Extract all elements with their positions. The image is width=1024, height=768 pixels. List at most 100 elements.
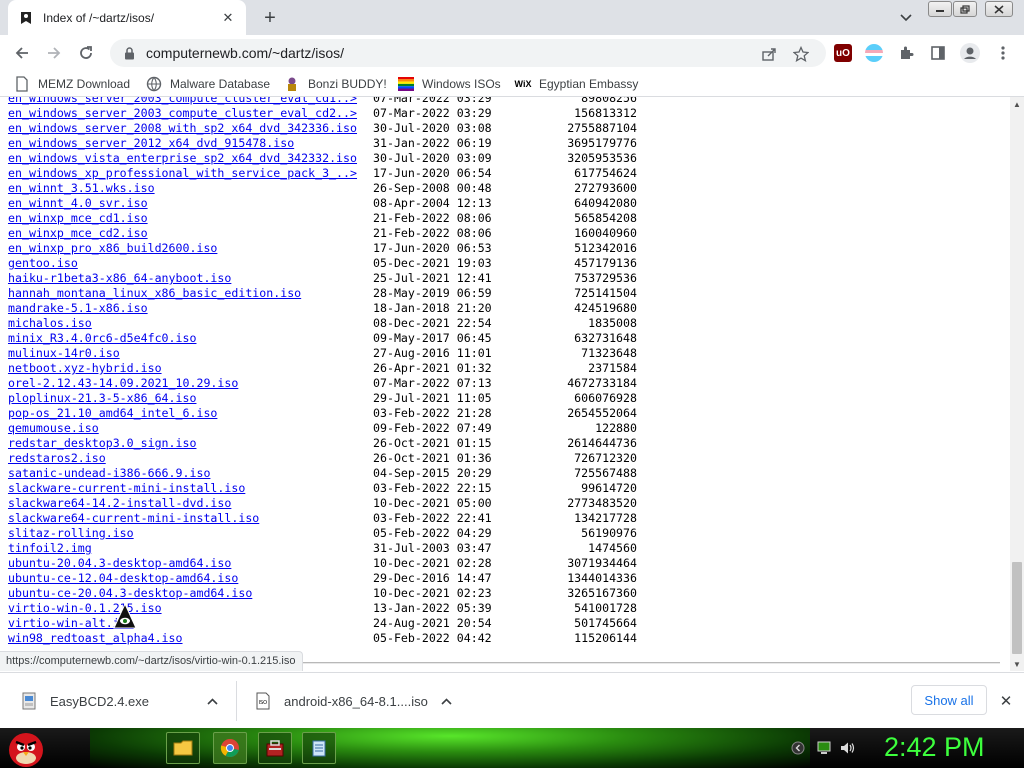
minimize-window-button[interactable]: [928, 1, 952, 17]
file-link[interactable]: redstar_desktop3.0_sign.iso: [8, 436, 196, 451]
svg-text:ISO: ISO: [259, 700, 268, 706]
status-url-bubble: https://computernewb.com/~dartz/isos/vir…: [0, 651, 303, 671]
file-link[interactable]: hannah_montana_linux_x86_basic_edition.i…: [8, 286, 301, 301]
side-panel-icon[interactable]: [929, 44, 947, 62]
extensions-puzzle-icon[interactable]: [897, 44, 915, 62]
taskbar-folder-icon[interactable]: [166, 732, 200, 764]
file-date: 04-Sep-2015 20:29: [373, 466, 492, 480]
file-link[interactable]: mandrake-5.1-x86.iso: [8, 301, 148, 316]
vertical-scrollbar[interactable]: ▲ ▼: [1010, 97, 1024, 671]
file-date: 10-Dec-2021 02:28: [373, 556, 492, 570]
taskbar-chrome-icon[interactable]: [213, 732, 247, 764]
file-link[interactable]: orel-2.12.43-14.09.2021_10.29.iso: [8, 376, 238, 391]
close-downloads-icon[interactable]: ✕: [996, 691, 1016, 711]
file-link[interactable]: en_windows_xp_professional_with_service_…: [8, 166, 357, 181]
file-link[interactable]: win98_redtoast_alpha4.iso: [8, 631, 183, 646]
bookmark-windows-isos[interactable]: Windows ISOs: [398, 75, 501, 93]
browser-tab[interactable]: Index of /~dartz/isos/ ✕: [8, 0, 246, 35]
file-link[interactable]: minix_R3.4.0rc6-d5e4fc0.iso: [8, 331, 196, 346]
tab-search-chevron-icon[interactable]: [896, 8, 916, 28]
show-all-button[interactable]: Show all: [911, 685, 987, 715]
reload-button[interactable]: [74, 41, 98, 65]
bookmark-egyptian-embassy[interactable]: WiX Egyptian Embassy: [515, 75, 639, 93]
file-date: 13-Jan-2022 05:39: [373, 601, 492, 615]
file-link[interactable]: en_winnt_4.0_svr.iso: [8, 196, 148, 211]
file-link[interactable]: virtio-win-0.1.215.iso: [8, 601, 162, 616]
file-link[interactable]: redstaros2.iso: [8, 451, 106, 466]
file-size: 2654552064: [567, 406, 637, 420]
scroll-down-arrow-icon[interactable]: ▼: [1010, 657, 1024, 671]
file-link[interactable]: en_windows_vista_enterprise_sp2_x64_dvd_…: [8, 151, 357, 166]
file-link[interactable]: michalos.iso: [8, 316, 92, 331]
taskbar-clock[interactable]: 2:42 PM: [884, 732, 985, 763]
file-date: 03-Feb-2022 21:28: [373, 406, 492, 420]
profile-avatar-icon[interactable]: [960, 43, 980, 63]
close-window-button[interactable]: [985, 1, 1013, 17]
file-link[interactable]: gentoo.iso: [8, 256, 78, 271]
download-item-easybcd[interactable]: EasyBCD2.4.exe: [20, 673, 232, 729]
file-link[interactable]: ploplinux-21.3-5-x86_64.iso: [8, 391, 196, 406]
file-size: 122880: [595, 421, 637, 435]
file-date: 31-Jan-2022 06:19: [373, 136, 492, 150]
tray-chevron-icon[interactable]: [790, 740, 806, 756]
file-link[interactable]: en_winxp_mce_cd1.iso: [8, 211, 148, 226]
file-link[interactable]: en_windows_server_2003_compute_cluster_e…: [8, 106, 357, 121]
file-date: 30-Jul-2020 03:09: [373, 151, 492, 165]
file-link[interactable]: ubuntu-ce-20.04.3-desktop-amd64.iso: [8, 586, 252, 601]
file-size: 160040960: [574, 226, 637, 240]
file-link[interactable]: slackware64-14.2-install-dvd.iso: [8, 496, 231, 511]
address-bar[interactable]: computernewb.com/~dartz/isos/: [110, 39, 826, 67]
scrollbar-thumb[interactable]: [1012, 562, 1022, 654]
file-link[interactable]: en_windows_server_2003_compute_cluster_e…: [8, 97, 357, 106]
taskbar-notepad-icon[interactable]: [302, 732, 336, 764]
file-link[interactable]: slackware-current-mini-install.iso: [8, 481, 245, 496]
bookmark-star-icon[interactable]: [792, 45, 810, 63]
file-link[interactable]: en_winxp_pro_x86_build2600.iso: [8, 241, 217, 256]
tray-network-icon[interactable]: [816, 740, 832, 756]
file-link[interactable]: en_winnt_3.51.wks.iso: [8, 181, 155, 196]
file-link[interactable]: slitaz-rolling.iso: [8, 526, 134, 541]
taskbar-toolbox-icon[interactable]: [258, 732, 292, 764]
start-angry-bird-icon[interactable]: [4, 728, 48, 768]
file-date: 21-Feb-2022 08:06: [373, 226, 492, 240]
forward-button[interactable]: [42, 41, 66, 65]
file-size: 753729536: [574, 271, 637, 285]
file-link[interactable]: en_windows_server_2008_with_sp2_x64_dvd_…: [8, 121, 357, 136]
url-text[interactable]: computernewb.com/~dartz/isos/: [146, 45, 344, 61]
new-tab-button[interactable]: +: [258, 6, 282, 30]
file-link[interactable]: en_winxp_mce_cd2.iso: [8, 226, 148, 241]
file-link[interactable]: slackware64-current-mini-install.iso: [8, 511, 259, 526]
file-date: 26-Oct-2021 01:36: [373, 451, 492, 465]
share-icon[interactable]: [760, 45, 778, 63]
file-date: 26-Oct-2021 01:15: [373, 436, 492, 450]
tab-close-icon[interactable]: ✕: [220, 10, 236, 26]
file-link[interactable]: haiku-r1beta3-x86_64-anyboot.iso: [8, 271, 231, 286]
bookmark-malware-database[interactable]: Malware Database: [146, 75, 270, 93]
flag-extension-icon[interactable]: [865, 44, 883, 62]
chevron-up-icon[interactable]: [438, 693, 454, 709]
download-item-android-x86[interactable]: ISO android-x86_64-8.1....iso: [254, 673, 466, 729]
chevron-up-icon[interactable]: [204, 693, 220, 709]
restore-window-button[interactable]: [953, 1, 977, 17]
bookmark-label: Egyptian Embassy: [539, 77, 639, 91]
bookmark-bonzi-buddy[interactable]: Bonzi BUDDY!: [284, 75, 387, 93]
tray-volume-icon[interactable]: [840, 740, 856, 756]
file-link[interactable]: mulinux-14r0.iso: [8, 346, 120, 361]
scroll-up-arrow-icon[interactable]: ▲: [1010, 97, 1024, 111]
file-link[interactable]: satanic-undead-i386-666.9.iso: [8, 466, 210, 481]
file-link[interactable]: netboot.xyz-hybrid.iso: [8, 361, 162, 376]
back-button[interactable]: [10, 41, 34, 65]
file-link[interactable]: en_windows_server_2012_x64_dvd_915478.is…: [8, 136, 294, 151]
file-link[interactable]: pop-os_21.10_amd64_intel_6.iso: [8, 406, 217, 421]
globe-icon: [146, 76, 162, 92]
file-size: 565854208: [574, 211, 637, 225]
lock-icon[interactable]: [122, 46, 136, 60]
file-link[interactable]: ubuntu-ce-12.04-desktop-amd64.iso: [8, 571, 238, 586]
file-link[interactable]: ubuntu-20.04.3-desktop-amd64.iso: [8, 556, 231, 571]
file-link[interactable]: tinfoil2.img: [8, 541, 92, 556]
menu-kebab-icon[interactable]: [994, 44, 1012, 62]
file-link[interactable]: qemumouse.iso: [8, 421, 99, 436]
ublock-origin-icon[interactable]: uO: [834, 44, 852, 62]
file-date: 25-Jul-2021 12:41: [373, 271, 492, 285]
bookmark-memz-download[interactable]: MEMZ Download: [14, 75, 130, 93]
